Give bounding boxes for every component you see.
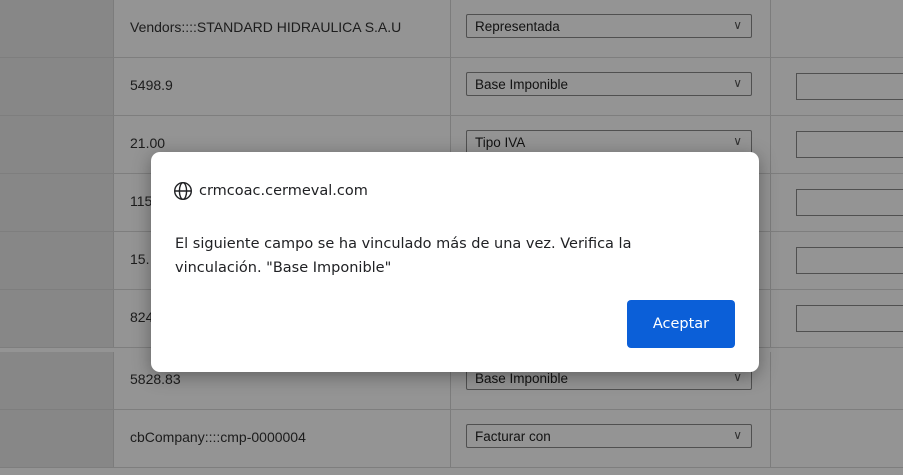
dialog-message: El siguiente campo se ha vinculado más d… (175, 236, 632, 276)
globe-icon (173, 181, 193, 201)
alert-dialog: crmcoac.cermeval.com El siguiente campo … (151, 152, 759, 372)
accept-button[interactable]: Aceptar (627, 300, 735, 348)
dialog-origin: crmcoac.cermeval.com (173, 180, 368, 202)
dialog-origin-domain: crmcoac.cermeval.com (199, 183, 368, 199)
